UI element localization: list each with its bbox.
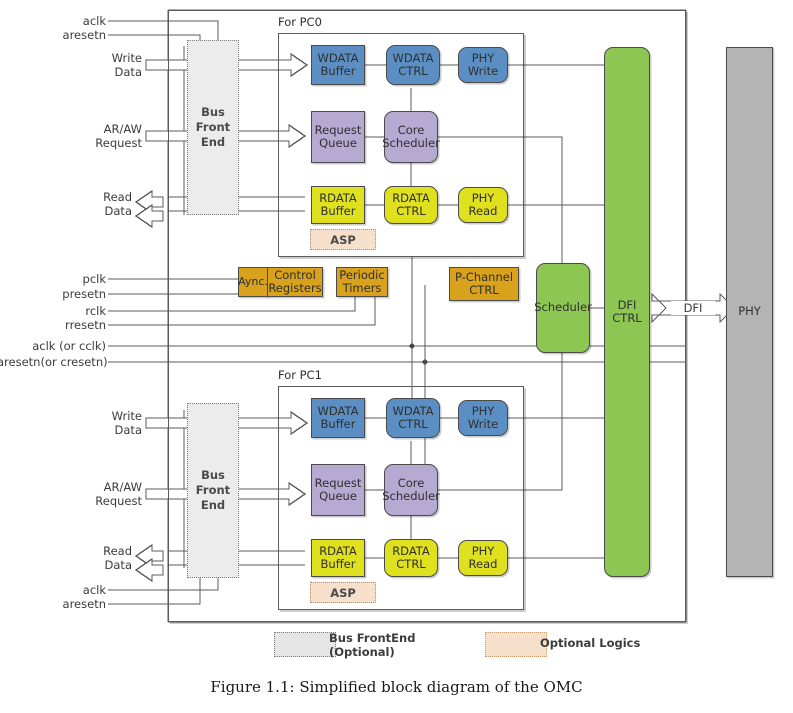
pc1-title: For PC1	[278, 368, 322, 382]
signal-label-aclk-bottom: aclk	[82, 583, 106, 597]
pc0-wdata-ctrl-label: WDATA CTRL	[392, 50, 434, 78]
control-registers-block[interactable]: Control Registers	[267, 267, 323, 297]
pc0-rdata-buffer-label: RDATA Buffer	[319, 190, 357, 218]
port-label-read-data-pc1-line1: Read	[103, 544, 132, 558]
dfi-ctrl-label-line1: DFI	[617, 297, 637, 312]
dfi-bus-label: DFI	[671, 301, 715, 315]
pc1-asp: ASP	[310, 582, 376, 603]
pc0-asp: ASP	[310, 229, 376, 250]
port-label-write-data-pc0-line1: Write	[111, 51, 142, 65]
bus-front-end-pc1-label: Bus Front End	[195, 468, 231, 512]
pc1-wdata-buffer-label: WDATA Buffer	[317, 403, 359, 431]
pc1-rdata-ctrl-label: RDATA CTRL	[392, 543, 430, 571]
aync-block[interactable]: Aync.	[238, 267, 268, 297]
port-label-araw-request-pc0-line1: AR/AW	[103, 122, 142, 136]
port-label-read-data-pc0-line2: Data	[104, 204, 132, 218]
scheduler-block[interactable]: Scheduler	[534, 263, 592, 353]
pc0-title: For PC0	[278, 15, 322, 29]
pc1-rdata-ctrl[interactable]: RDATA CTRL	[384, 539, 438, 577]
phy-label: PHY	[738, 304, 761, 319]
pc0-core-scheduler[interactable]: Core Scheduler	[382, 111, 440, 163]
pc0-rdata-buffer[interactable]: RDATA Buffer	[311, 186, 365, 224]
pc1-request-queue[interactable]: Request Queue	[311, 464, 365, 516]
pc1-phy-read[interactable]: PHY Read	[458, 540, 508, 576]
legend-swatch-optional-logics	[485, 632, 547, 657]
legend-swatch-bus-frontend	[274, 632, 336, 657]
pc0-phy-write[interactable]: PHY Write	[458, 47, 508, 83]
aync-label: Aync.	[238, 275, 268, 289]
phy-block[interactable]: PHY	[726, 47, 773, 577]
periodic-timers-block[interactable]: Periodic Timers	[336, 267, 388, 297]
signal-label-presetn: presetn	[62, 287, 106, 301]
pc1-phy-read-label: PHY Read	[468, 543, 498, 571]
signal-label-aresetn-top: aresetn	[62, 28, 106, 42]
block-diagram-figure: For PC0 For PC1 aclk aresetn pclk preset…	[0, 0, 793, 713]
bus-front-end-pc0: Bus Front End	[187, 40, 239, 215]
port-label-write-data-pc0-line2: Data	[114, 65, 142, 79]
signal-label-aresetn-cresetn: aresetn(or cresetn)	[0, 355, 108, 369]
dfi-ctrl-label-line2: CTRL	[612, 311, 642, 325]
pc1-rdata-buffer-label: RDATA Buffer	[319, 543, 357, 571]
pc0-core-scheduler-label: Core Scheduler	[382, 122, 440, 150]
signal-label-rclk: rclk	[85, 304, 106, 318]
pc0-phy-write-label: PHY Write	[467, 50, 499, 78]
signal-label-aclk-cclk: aclk (or cclk)	[32, 339, 106, 353]
bus-front-end-pc1: Bus Front End	[187, 403, 239, 578]
figure-caption: Figure 1.1: Simplified block diagram of …	[210, 678, 583, 696]
port-label-araw-request-pc1-line2: Request	[95, 494, 142, 508]
port-label-read-data-pc1-line2: Data	[104, 558, 132, 572]
pc1-rdata-buffer[interactable]: RDATA Buffer	[311, 539, 365, 577]
port-label-read-data-pc0-line1: Read	[103, 190, 132, 204]
pc0-phy-read[interactable]: PHY Read	[458, 187, 508, 223]
control-registers-label-line1: Control	[274, 267, 316, 282]
pc0-phy-read-label: PHY Read	[468, 190, 498, 218]
pc1-wdata-ctrl[interactable]: WDATA CTRL	[386, 398, 440, 438]
p-channel-ctrl-label-line2: CTRL	[469, 283, 499, 297]
pc0-asp-label: ASP	[330, 232, 356, 247]
p-channel-ctrl-block[interactable]: P-Channel CTRL	[449, 267, 519, 301]
pc0-wdata-buffer[interactable]: WDATA Buffer	[311, 45, 365, 85]
dfi-ctrl-block[interactable]: DFI CTRL	[604, 47, 650, 577]
pc0-rdata-ctrl[interactable]: RDATA CTRL	[384, 186, 438, 224]
port-label-write-data-pc1-line2: Data	[114, 423, 142, 437]
periodic-timers-label-line1: Periodic	[339, 267, 385, 282]
pc0-request-queue[interactable]: Request Queue	[311, 111, 365, 163]
port-label-write-data-pc1-line1: Write	[111, 409, 142, 423]
pc1-phy-write-label: PHY Write	[467, 403, 499, 431]
pc1-core-scheduler[interactable]: Core Scheduler	[382, 464, 440, 516]
pc1-phy-write[interactable]: PHY Write	[458, 400, 508, 436]
port-label-araw-request-pc0-line2: Request	[95, 136, 142, 150]
pc0-wdata-buffer-label: WDATA Buffer	[317, 50, 359, 78]
legend-label-optional-logics: Optional Logics	[540, 636, 641, 650]
pc1-wdata-buffer[interactable]: WDATA Buffer	[311, 398, 365, 438]
bus-front-end-pc0-label: Bus Front End	[195, 105, 231, 149]
signal-label-pclk: pclk	[82, 272, 106, 286]
pc1-request-queue-label: Request Queue	[314, 475, 362, 503]
pc0-rdata-ctrl-label: RDATA CTRL	[392, 190, 430, 218]
pc1-asp-label: ASP	[330, 585, 356, 600]
pc1-wdata-ctrl-label: WDATA CTRL	[392, 403, 434, 431]
control-registers-label-line2: Registers	[268, 281, 322, 295]
signal-label-rresetn: rresetn	[65, 318, 106, 332]
pc0-wdata-ctrl[interactable]: WDATA CTRL	[386, 45, 440, 85]
p-channel-ctrl-label-line1: P-Channel	[454, 269, 514, 284]
periodic-timers-label-line2: Timers	[342, 281, 382, 295]
signal-label-aresetn-bottom: aresetn	[62, 597, 106, 611]
signal-label-aclk-top: aclk	[82, 14, 106, 28]
pc1-core-scheduler-label: Core Scheduler	[382, 475, 440, 503]
pc0-request-queue-label: Request Queue	[314, 122, 362, 150]
port-label-araw-request-pc1-line1: AR/AW	[103, 480, 142, 494]
legend-label-bus-frontend-line1: Bus FrontEnd	[329, 631, 416, 645]
scheduler-label: Scheduler	[534, 300, 592, 315]
legend-label-bus-frontend-line2: (Optional)	[329, 645, 395, 659]
